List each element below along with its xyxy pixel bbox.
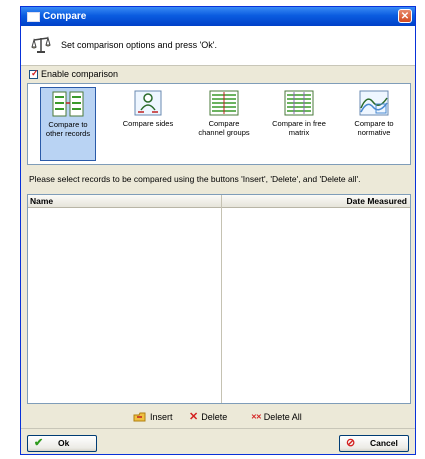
option-compare-channel-groups[interactable]: Compare channel groups: [194, 87, 254, 161]
option-label-line1: Compare to: [48, 120, 88, 129]
option-compare-normative[interactable]: Compare to normative: [346, 87, 402, 161]
comparison-options-panel: Compare toother records Compare sides C: [27, 83, 411, 165]
compare-records-icon: [52, 91, 84, 117]
delete-all-icon: ✕✕: [251, 414, 262, 422]
close-button[interactable]: ✕: [398, 9, 412, 23]
scale-icon: [31, 36, 51, 53]
title-bar[interactable]: Compare ✕: [21, 7, 415, 26]
option-label-line2: normative: [357, 128, 391, 137]
delete-button[interactable]: ✕ Delete: [189, 411, 227, 425]
option-label-line1: Compare: [208, 119, 240, 128]
cancel-icon: ⊘: [346, 437, 356, 449]
header-instruction: Set comparison options and press 'Ok'.: [61, 40, 218, 50]
records-table[interactable]: Name Date Measured: [27, 194, 411, 404]
delete-all-button[interactable]: ✕✕ Delete All: [251, 411, 302, 425]
enable-comparison-label[interactable]: Enable comparison: [41, 69, 118, 79]
footer-divider: [21, 428, 415, 429]
delete-all-label: Delete All: [263, 412, 302, 422]
delete-icon: ✕: [189, 411, 199, 424]
table-header: Name Date Measured: [28, 195, 410, 208]
check-mark-icon: ✓: [31, 68, 39, 78]
option-label-line1: Compare sides: [122, 119, 174, 128]
column-header-name[interactable]: Name: [30, 196, 53, 206]
window-title: Compare: [43, 11, 87, 22]
option-label-line1: Compare to: [354, 119, 394, 128]
compare-free-matrix-icon: [284, 90, 314, 116]
records-instruction: Please select records to be compared usi…: [29, 174, 361, 184]
compare-dialog: Compare ✕ Set comparison options and pre…: [20, 6, 416, 455]
insert-label: Insert: [150, 412, 173, 422]
check-icon: ✔: [34, 437, 44, 449]
option-compare-sides[interactable]: Compare sides: [120, 87, 176, 161]
column-header-date-measured[interactable]: Date Measured: [347, 196, 407, 206]
column-divider[interactable]: [221, 195, 222, 403]
insert-icon: [133, 412, 146, 422]
delete-label: Delete: [201, 412, 228, 422]
header-band: Set comparison options and press 'Ok'.: [21, 26, 415, 66]
enable-comparison-checkbox[interactable]: ✓: [29, 68, 39, 79]
option-label-line1: Compare in free: [272, 119, 326, 128]
option-compare-other-records[interactable]: Compare to other records: [40, 87, 96, 161]
option-label-line2: other records: [45, 129, 91, 138]
option-compare-free-matrix[interactable]: Compare in free matrix: [268, 87, 330, 161]
insert-button[interactable]: Insert: [133, 411, 173, 425]
compare-channel-groups-icon: [209, 90, 239, 116]
ok-label: Ok: [58, 438, 70, 448]
record-actions: Insert ✕ Delete ✕✕ Delete All: [21, 411, 415, 425]
option-label-line2: channel groups: [198, 128, 250, 137]
cancel-label: Cancel: [370, 438, 398, 448]
option-label-line2: matrix: [288, 128, 310, 137]
compare-normative-icon: [359, 90, 389, 116]
window-icon: [27, 12, 40, 22]
ok-button[interactable]: ✔ Ok: [27, 435, 97, 452]
cancel-button[interactable]: ⊘ Cancel: [339, 435, 409, 452]
compare-sides-icon: [134, 90, 162, 116]
